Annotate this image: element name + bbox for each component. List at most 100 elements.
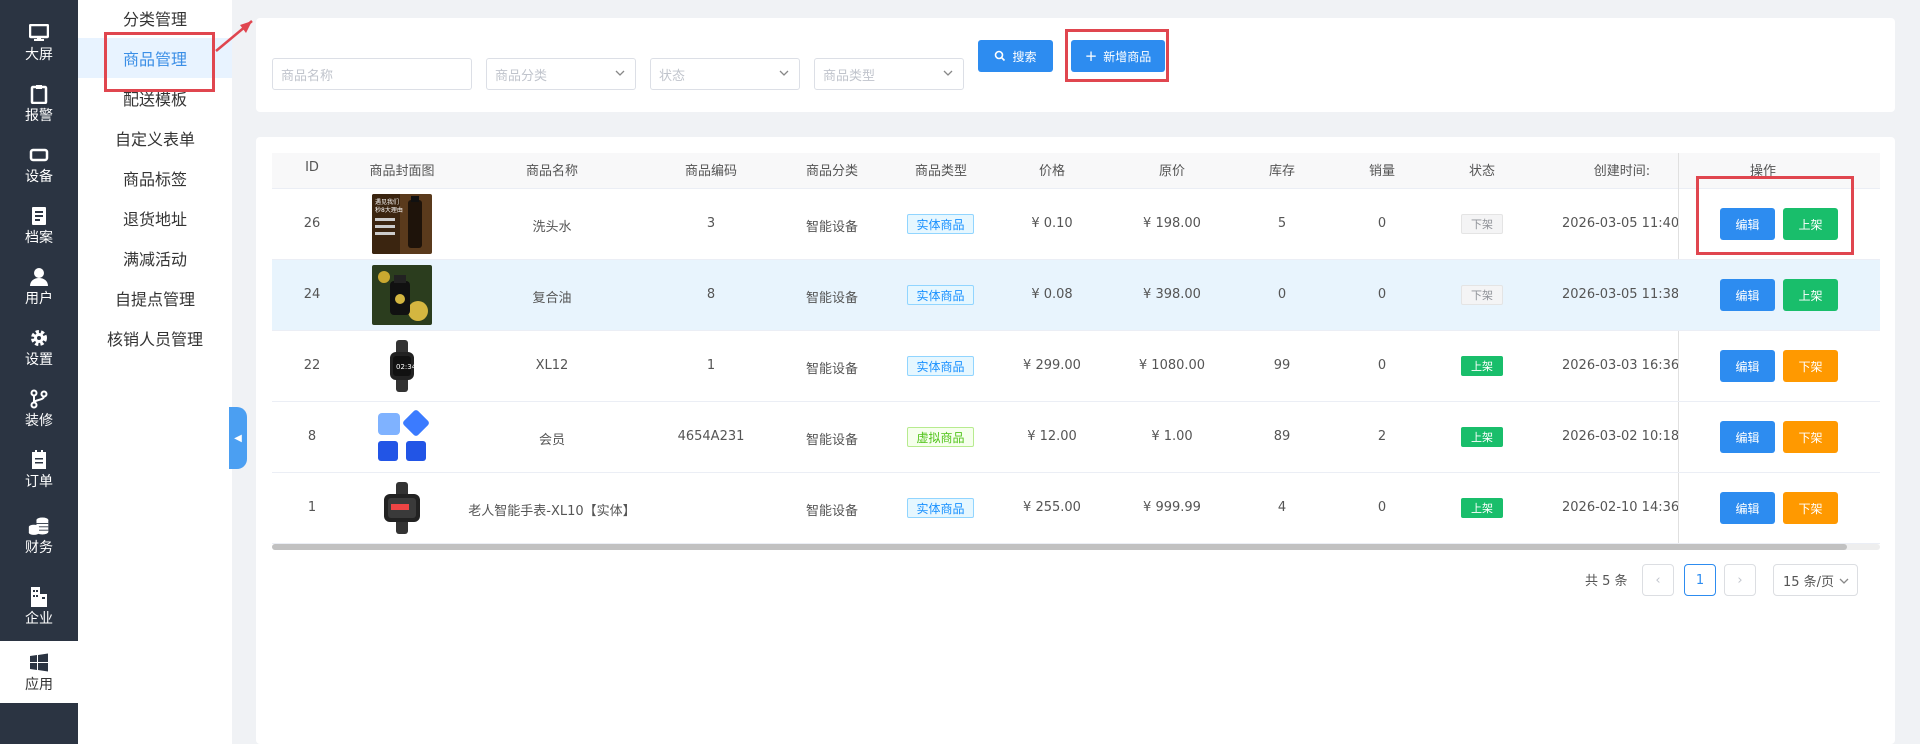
nav-finance[interactable]: 财务 bbox=[0, 505, 78, 565]
cell-sales: 0 bbox=[1377, 500, 1387, 515]
cell-created-time: 2026-03-05 11:40:40 bbox=[1562, 216, 1678, 231]
cell-price: ¥ 12.00 bbox=[1027, 429, 1077, 444]
device-icon bbox=[28, 144, 50, 166]
cell-original-price: ¥ 1080.00 bbox=[1138, 358, 1206, 373]
collapse-sidebar-button[interactable]: ◀ bbox=[229, 407, 247, 469]
type-tag: 实体商品 bbox=[907, 356, 974, 376]
th-price: 价格 bbox=[1038, 164, 1065, 179]
submenu-discount[interactable]: 满减活动 bbox=[78, 238, 232, 278]
status-badge: 上架 bbox=[1461, 427, 1503, 447]
cell-category: 智能设备 bbox=[805, 433, 858, 448]
page-number-button[interactable]: 1 bbox=[1684, 564, 1716, 596]
submenu-verifier[interactable]: 核销人员管理 bbox=[78, 318, 232, 358]
search-label: 搜索 bbox=[1012, 49, 1037, 64]
nav-apps[interactable]: 应用 bbox=[0, 641, 78, 703]
highlight-box bbox=[1696, 176, 1854, 255]
svg-text:遇见我们: 遇见我们 bbox=[375, 198, 399, 206]
submenu-product-tags[interactable]: 商品标签 bbox=[78, 158, 232, 198]
nav-label: 设置 bbox=[25, 351, 53, 368]
nav-order[interactable]: 订单 bbox=[0, 439, 78, 499]
status-select[interactable]: 状态 bbox=[650, 58, 800, 90]
highlight-box bbox=[104, 32, 215, 92]
nav-dashboard[interactable]: 大屏 bbox=[0, 12, 78, 72]
status-badge: 上架 bbox=[1461, 498, 1503, 518]
search-button[interactable]: 搜索 bbox=[978, 40, 1053, 72]
order-icon bbox=[28, 449, 50, 471]
building-icon bbox=[28, 586, 50, 608]
edit-button[interactable]: 编辑 bbox=[1720, 421, 1775, 453]
archive-icon bbox=[28, 205, 50, 227]
chevron-left-icon: ‹ bbox=[1655, 572, 1661, 588]
nav-label: 报警 bbox=[25, 107, 53, 124]
cell-code: 4654A231 bbox=[677, 429, 745, 444]
th-category: 商品分类 bbox=[805, 164, 858, 179]
product-cover-image bbox=[372, 407, 432, 467]
status-badge: 下架 bbox=[1461, 285, 1503, 305]
take-off-shelf-button[interactable]: 下架 bbox=[1783, 350, 1838, 382]
edit-button[interactable]: 编辑 bbox=[1720, 492, 1775, 524]
submenu-return-address[interactable]: 退货地址 bbox=[78, 198, 232, 238]
nav-settings[interactable]: 设置 bbox=[0, 317, 78, 377]
next-page-button[interactable]: › bbox=[1724, 564, 1756, 596]
th-status: 状态 bbox=[1468, 164, 1495, 179]
type-select[interactable]: 商品类型 bbox=[814, 58, 964, 90]
product-cover-image: 遇见我们 秒8大理由 bbox=[372, 194, 432, 254]
submenu-custom-form[interactable]: 自定义表单 bbox=[78, 118, 232, 158]
cell-stock: 0 bbox=[1277, 287, 1287, 302]
edit-button[interactable]: 编辑 bbox=[1720, 350, 1775, 382]
type-tag: 实体商品 bbox=[907, 498, 974, 518]
horizontal-scrollbar-track[interactable] bbox=[272, 544, 1880, 550]
th-original-price: 原价 bbox=[1158, 164, 1185, 179]
cell-price: ¥ 299.00 bbox=[1023, 358, 1081, 373]
chevron-down-icon bbox=[1839, 578, 1849, 584]
cell-original-price: ¥ 999.99 bbox=[1143, 500, 1201, 515]
cell-id: 24 bbox=[303, 287, 321, 302]
cell-category: 智能设备 bbox=[805, 362, 858, 377]
cell-original-price: ¥ 1.00 bbox=[1151, 429, 1193, 444]
nav-archive[interactable]: 档案 bbox=[0, 195, 78, 255]
submenu-pickup[interactable]: 自提点管理 bbox=[78, 278, 232, 318]
placeholder-text: 商品名称 bbox=[281, 68, 334, 84]
cell-created-time: 2026-03-02 10:18:30 bbox=[1562, 429, 1678, 444]
nav-label: 应用 bbox=[25, 676, 53, 693]
placeholder-text: 商品类型 bbox=[823, 68, 876, 84]
cell-name: XL12 bbox=[535, 358, 569, 373]
nav-label: 设备 bbox=[25, 168, 53, 185]
clipboard-icon bbox=[28, 83, 50, 105]
coins-icon bbox=[28, 515, 50, 537]
windows-icon bbox=[28, 652, 50, 674]
product-cover-image: 02:34 bbox=[372, 336, 432, 396]
cell-id: 26 bbox=[303, 216, 321, 231]
cell-sales: 0 bbox=[1377, 216, 1387, 231]
chevron-right-icon: › bbox=[1737, 572, 1743, 588]
nav-device[interactable]: 设备 bbox=[0, 134, 78, 194]
prev-page-button[interactable]: ‹ bbox=[1642, 564, 1674, 596]
nav-alarm[interactable]: 报警 bbox=[0, 73, 78, 133]
edit-button[interactable]: 编辑 bbox=[1720, 279, 1775, 311]
chevron-down-icon bbox=[615, 70, 625, 76]
horizontal-scrollbar-thumb[interactable] bbox=[272, 544, 1847, 550]
nav-decorate[interactable]: 装修 bbox=[0, 378, 78, 438]
cell-created-time: 2026-02-10 14:36:53 bbox=[1562, 500, 1678, 515]
th-created: 创建时间: bbox=[1593, 164, 1651, 179]
category-select[interactable]: 商品分类 bbox=[486, 58, 636, 90]
placeholder-text: 状态 bbox=[659, 68, 686, 84]
cell-price: ¥ 0.08 bbox=[1031, 287, 1073, 302]
take-off-shelf-button[interactable]: 下架 bbox=[1783, 492, 1838, 524]
nav-user[interactable]: 用户 bbox=[0, 256, 78, 316]
take-off-shelf-button[interactable]: 下架 bbox=[1783, 421, 1838, 453]
list-on-shelf-button[interactable]: 上架 bbox=[1783, 279, 1838, 311]
cell-category: 智能设备 bbox=[805, 291, 858, 306]
nav-label: 订单 bbox=[25, 473, 53, 490]
product-name-input[interactable]: 商品名称 bbox=[272, 58, 472, 90]
cell-category: 智能设备 bbox=[805, 220, 858, 235]
cell-name: 洗头水 bbox=[532, 220, 572, 235]
nav-enterprise[interactable]: 企业 bbox=[0, 576, 78, 636]
cell-created-time: 2026-03-03 16:36:11 bbox=[1562, 358, 1678, 373]
svg-text:02:34: 02:34 bbox=[396, 363, 417, 371]
th-code: 商品编码 bbox=[684, 164, 737, 179]
cell-sales: 2 bbox=[1377, 429, 1387, 444]
nav-label: 档案 bbox=[25, 229, 53, 246]
branch-icon bbox=[28, 388, 50, 410]
page-size-select[interactable]: 15 条/页 bbox=[1773, 564, 1858, 596]
